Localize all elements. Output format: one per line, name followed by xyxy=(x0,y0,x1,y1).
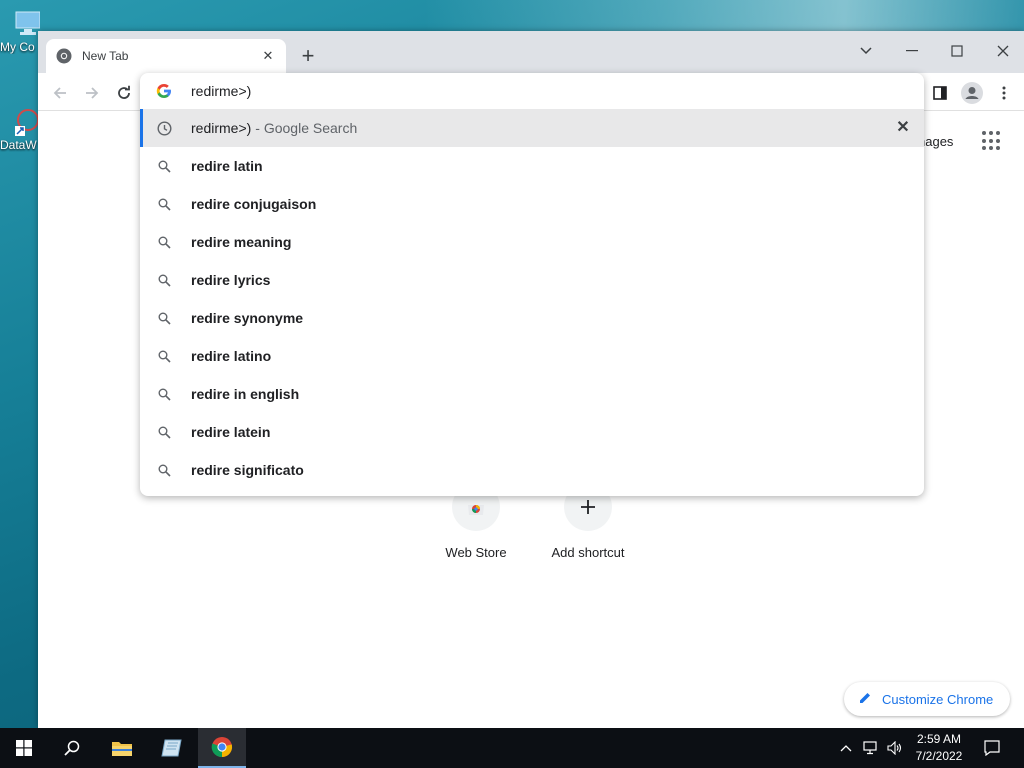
desktop-icon-datawrangler[interactable]: DataW xyxy=(0,108,40,152)
suggestion-item[interactable]: redire synonyme xyxy=(140,299,924,337)
suggestion-text: redire latin xyxy=(191,158,263,174)
taskbar-chrome-button[interactable] xyxy=(198,728,246,768)
search-icon xyxy=(156,386,172,402)
minimize-icon xyxy=(906,50,918,52)
suggestion-item[interactable]: redire latein xyxy=(140,413,924,451)
profile-button[interactable] xyxy=(958,79,986,107)
search-icon xyxy=(156,272,172,288)
show-hidden-icons-button[interactable] xyxy=(836,728,856,768)
suggestion-text: redire synonyme xyxy=(191,310,304,326)
search-icon xyxy=(156,234,172,250)
address-bar[interactable]: redirme>) xyxy=(140,73,924,109)
suggestion-text: redire significato xyxy=(191,462,304,478)
tab-title: New Tab xyxy=(82,49,129,63)
customize-label: Customize Chrome xyxy=(882,691,994,707)
side-panel-icon xyxy=(933,86,947,100)
speaker-icon xyxy=(887,741,902,755)
app-shortcut-icon xyxy=(12,108,40,136)
suggestion-text: redire latino xyxy=(191,348,272,364)
search-icon xyxy=(156,158,172,174)
tab-search-button[interactable] xyxy=(848,37,884,65)
tab-new-tab[interactable]: New Tab ✕ xyxy=(46,39,286,73)
desktop-icon-label: DataW xyxy=(0,138,37,152)
suggestion-text: redire in english xyxy=(191,386,300,402)
taskbar-search-button[interactable] xyxy=(48,728,96,768)
omnibox-dropdown: redirme>) redirme>) - Google Search ✕ re… xyxy=(140,73,924,496)
side-panel-button[interactable] xyxy=(926,79,954,107)
suggestion-item[interactable]: redire latin xyxy=(140,147,924,185)
chevron-up-icon xyxy=(840,745,852,752)
title-bar: New Tab ✕ + xyxy=(38,31,1024,73)
desktop-icon-label: My Co xyxy=(0,40,35,54)
reload-icon xyxy=(118,85,130,99)
back-button[interactable] xyxy=(46,79,74,107)
shortcut-label: Add shortcut xyxy=(551,545,625,560)
suggestion-item[interactable]: redire latino xyxy=(140,337,924,375)
suggestion-text: redire latein xyxy=(191,424,271,440)
suggestion-item[interactable]: redirme>) - Google Search ✕ xyxy=(140,109,924,147)
taskbar: 2:59 AM 7/2/2022 xyxy=(0,728,1024,768)
windows-icon xyxy=(16,740,32,756)
search-icon xyxy=(156,424,172,440)
notification-icon xyxy=(984,740,1000,756)
apps-grid-icon[interactable] xyxy=(982,131,1002,151)
folder-icon xyxy=(112,742,132,756)
search-icon xyxy=(64,740,80,756)
suggestion-item[interactable]: redire conjugaison xyxy=(140,185,924,223)
search-icon xyxy=(156,462,172,478)
computer-icon xyxy=(12,10,40,38)
suggestion-item[interactable]: redire significato xyxy=(140,451,924,489)
search-icon xyxy=(156,348,172,364)
google-g-icon xyxy=(156,83,172,99)
avatar-icon xyxy=(961,82,983,104)
reload-button[interactable] xyxy=(110,79,138,107)
forward-arrow-icon xyxy=(86,87,99,99)
clock-date: 7/2/2022 xyxy=(915,749,963,763)
taskbar-app-button[interactable] xyxy=(148,728,196,768)
forward-button[interactable] xyxy=(78,79,106,107)
menu-button[interactable] xyxy=(990,79,1018,107)
suggestion-description: - Google Search xyxy=(255,120,358,136)
clock[interactable]: 2:59 AM 7/2/2022 xyxy=(904,731,974,765)
maximize-icon xyxy=(951,45,963,57)
suggestion-text: redire meaning xyxy=(191,234,292,250)
suggestion-item[interactable]: redire in english xyxy=(140,375,924,413)
suggestion-item[interactable]: redire lyrics xyxy=(140,261,924,299)
suggestion-item[interactable]: redire meaning xyxy=(140,223,924,261)
maximize-button[interactable] xyxy=(939,37,975,65)
network-button[interactable] xyxy=(860,728,882,768)
desktop-icon-my-computer[interactable]: My Co xyxy=(0,10,40,54)
app-icon xyxy=(161,739,182,757)
new-tab-button[interactable]: + xyxy=(296,45,320,69)
file-explorer-button[interactable] xyxy=(98,728,146,768)
suggestion-text: redire lyrics xyxy=(191,272,271,288)
clock-time: 2:59 AM xyxy=(916,732,962,746)
close-window-button[interactable] xyxy=(985,37,1021,65)
chrome-icon xyxy=(56,48,72,64)
back-arrow-icon xyxy=(53,87,66,99)
suggestion-text: redire conjugaison xyxy=(191,196,317,212)
volume-button[interactable] xyxy=(884,728,906,768)
search-icon xyxy=(156,310,172,326)
more-vert-icon xyxy=(1002,86,1006,100)
network-icon xyxy=(863,741,877,755)
search-icon xyxy=(156,196,172,212)
close-icon xyxy=(997,45,1009,57)
notifications-button[interactable] xyxy=(978,728,1006,768)
shortcut-label: Web Store xyxy=(445,545,507,560)
minimize-button[interactable] xyxy=(894,37,930,65)
history-icon xyxy=(156,120,172,136)
remove-suggestion-icon[interactable]: ✕ xyxy=(894,119,912,137)
customize-chrome-button[interactable]: Customize Chrome xyxy=(844,682,1010,716)
close-tab-icon[interactable]: ✕ xyxy=(260,48,276,64)
address-bar-text: redirme>) xyxy=(191,83,252,99)
wallpaper-highlight xyxy=(424,0,1024,34)
pencil-icon xyxy=(858,691,872,708)
chrome-icon xyxy=(211,737,233,758)
suggestion-text: redirme>) xyxy=(191,120,252,136)
start-button[interactable] xyxy=(0,728,48,768)
chevron-down-icon xyxy=(860,47,872,55)
